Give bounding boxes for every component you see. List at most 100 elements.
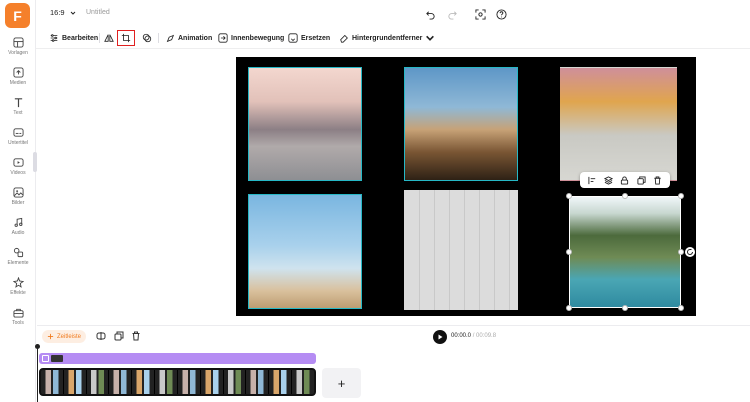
inner-motion-button[interactable]: Innenbewegung — [218, 31, 284, 45]
animation-button[interactable]: Animation — [165, 31, 212, 45]
crop-button[interactable] — [117, 30, 135, 46]
sidebar-item-tools[interactable]: Tools — [0, 307, 36, 333]
clip-frame — [132, 370, 156, 394]
resize-handle-right[interactable] — [678, 249, 684, 255]
replace-button[interactable]: Ersetzen — [288, 31, 330, 45]
top-bar: 16:9 Untitled — [36, 0, 750, 28]
sidebar-item-templates[interactable]: Vorlagen — [0, 37, 36, 63]
motion-icon — [218, 33, 228, 43]
toolbar-divider — [158, 33, 159, 43]
focus-frame-icon — [474, 8, 486, 20]
layers-button[interactable] — [604, 175, 614, 185]
toolbox-icon — [12, 308, 24, 318]
resize-handle-top[interactable] — [622, 193, 628, 199]
overlay-track-clip[interactable] — [39, 353, 316, 364]
timeline-controls: Zeitleiste 00:00.0 / 00:09.8 — [37, 326, 750, 347]
play-icon — [438, 334, 443, 340]
photo-desert-dunes[interactable] — [404, 67, 518, 181]
resize-handle-bottom-left[interactable] — [566, 305, 572, 311]
sidebar-item-label: Bilder — [11, 200, 25, 206]
flip-icon — [104, 34, 114, 42]
timeline-toggle-button[interactable]: Zeitleiste — [42, 330, 87, 343]
resize-handle-top-right[interactable] — [678, 193, 684, 199]
add-clip-button[interactable]: + — [322, 368, 361, 398]
photo-mountain-hiker[interactable] — [248, 67, 362, 181]
aspect-ratio-value: 16:9 — [50, 8, 65, 17]
logo-letter: F — [13, 7, 22, 24]
clip-thumbnail — [51, 355, 63, 362]
duplicate-button[interactable] — [637, 175, 646, 185]
clip-frame — [246, 370, 270, 394]
play-button[interactable] — [433, 330, 447, 344]
crop-icon — [121, 33, 131, 43]
sidebar-item-label: Effekte — [10, 290, 26, 296]
sidebar-item-label: Videos — [10, 170, 26, 176]
element-quick-toolbar — [580, 172, 670, 188]
layers-icon — [604, 175, 614, 185]
edit-button[interactable]: Bearbeiten — [49, 31, 98, 45]
sidebar-item-media[interactable]: Medien — [0, 67, 36, 93]
resize-handle-bottom-right[interactable] — [678, 305, 684, 311]
duplicate-clip-icon[interactable] — [114, 331, 124, 341]
photo-yellow-van[interactable] — [560, 67, 677, 181]
photo-travel-flatlay[interactable] — [404, 190, 518, 310]
add-clip-label: + — [337, 375, 346, 391]
photo-boat-lake[interactable] — [569, 196, 681, 308]
playback-time: 00:00.0 / 00:09.8 — [451, 333, 496, 339]
effects-icon — [12, 277, 24, 288]
project-title[interactable]: Untitled — [86, 9, 110, 16]
playhead[interactable] — [37, 346, 38, 402]
sidebar: F Vorlagen Medien Text Untertitel Videos… — [0, 0, 37, 402]
music-icon — [14, 217, 22, 227]
replace-icon — [288, 33, 298, 43]
photo-hand-globe[interactable] — [248, 194, 362, 309]
layout-icon — [12, 37, 24, 48]
fit-screen-button[interactable] — [472, 6, 488, 22]
lock-button[interactable] — [620, 175, 629, 185]
lock-icon — [621, 175, 629, 185]
split-icon[interactable] — [96, 331, 106, 341]
background-remover-button[interactable]: Hintergrundentferner — [339, 31, 435, 45]
upload-icon — [12, 67, 24, 78]
timeline-toggle-label: Zeitleiste — [57, 333, 82, 340]
resize-handle-top-left[interactable] — [566, 193, 572, 199]
sidebar-item-videos[interactable]: Videos — [0, 157, 36, 183]
resize-handle-left[interactable] — [566, 249, 572, 255]
clip-settings-icon — [42, 355, 49, 362]
sidebar-item-effects[interactable]: Effekte — [0, 277, 36, 303]
playhead-knob[interactable] — [35, 344, 40, 349]
sidebar-item-subtitles[interactable]: Untertitel — [0, 127, 36, 153]
video-icon — [12, 158, 24, 167]
sidebar-item-audio[interactable]: Audio — [0, 217, 36, 243]
redo-icon — [447, 10, 457, 20]
sidebar-item-images[interactable]: Bilder — [0, 187, 36, 213]
flip-button[interactable] — [104, 31, 114, 45]
sidebar-item-elements[interactable]: Elemente — [0, 247, 36, 273]
aspect-ratio-dropdown[interactable]: 16:9 — [50, 8, 76, 17]
rotate-icon — [687, 249, 693, 255]
rotate-handle[interactable] — [685, 247, 695, 257]
clip-frame — [109, 370, 133, 394]
delete-button[interactable] — [653, 175, 662, 185]
undo-button[interactable] — [422, 6, 438, 22]
sidebar-item-text[interactable]: Text — [0, 97, 36, 123]
redo-button[interactable] — [444, 6, 460, 22]
sidebar-item-label: Text — [13, 110, 23, 116]
clip-frame — [223, 370, 247, 394]
clip-frame — [63, 370, 87, 394]
background-remover-label: Hintergrundentferner — [352, 34, 423, 42]
current-time: 00:00.0 — [451, 333, 472, 339]
resize-handle-bottom[interactable] — [622, 305, 628, 311]
timeline-icon — [47, 333, 54, 340]
help-button[interactable] — [493, 6, 509, 22]
sidebar-item-label: Vorlagen — [8, 50, 28, 56]
align-button[interactable] — [588, 176, 597, 185]
delete-clip-icon[interactable] — [131, 331, 141, 341]
inner-motion-label: Innenbewegung — [231, 34, 285, 42]
video-track-clip[interactable] — [39, 368, 316, 396]
app-logo[interactable]: F — [5, 3, 30, 28]
sidebar-item-label: Tools — [12, 320, 24, 326]
animation-label: Animation — [178, 34, 213, 42]
chevron-down-icon — [70, 11, 75, 15]
mask-button[interactable] — [142, 31, 152, 45]
